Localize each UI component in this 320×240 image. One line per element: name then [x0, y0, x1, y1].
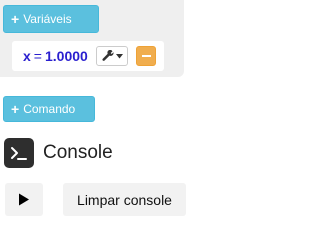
- caret-down-icon: [115, 53, 123, 58]
- plus-icon: +: [11, 101, 20, 117]
- wrench-icon: [101, 50, 114, 61]
- remove-variable-button[interactable]: [136, 46, 156, 66]
- variable-name: x: [23, 48, 31, 64]
- variable-expression[interactable]: x = 1.0000: [23, 48, 88, 64]
- add-command-button[interactable]: + Comando: [3, 96, 95, 122]
- minus-icon: [141, 55, 151, 57]
- clear-console-button[interactable]: Limpar console: [63, 183, 186, 216]
- terminal-icon: [4, 138, 34, 168]
- add-command-label: Comando: [23, 102, 76, 116]
- equals-sign: =: [33, 48, 42, 64]
- variables-panel: + Variáveis x = 1.0000: [0, 0, 184, 77]
- plus-icon: +: [11, 11, 20, 27]
- console-title: Console: [43, 142, 113, 163]
- add-variable-button[interactable]: + Variáveis: [3, 5, 99, 33]
- variable-value: 1.0000: [44, 48, 88, 64]
- add-variable-label: Variáveis: [23, 12, 72, 26]
- run-button[interactable]: [5, 183, 43, 216]
- variable-row: x = 1.0000: [12, 41, 164, 71]
- variable-tools-dropdown[interactable]: [96, 46, 128, 66]
- play-icon: [19, 193, 29, 206]
